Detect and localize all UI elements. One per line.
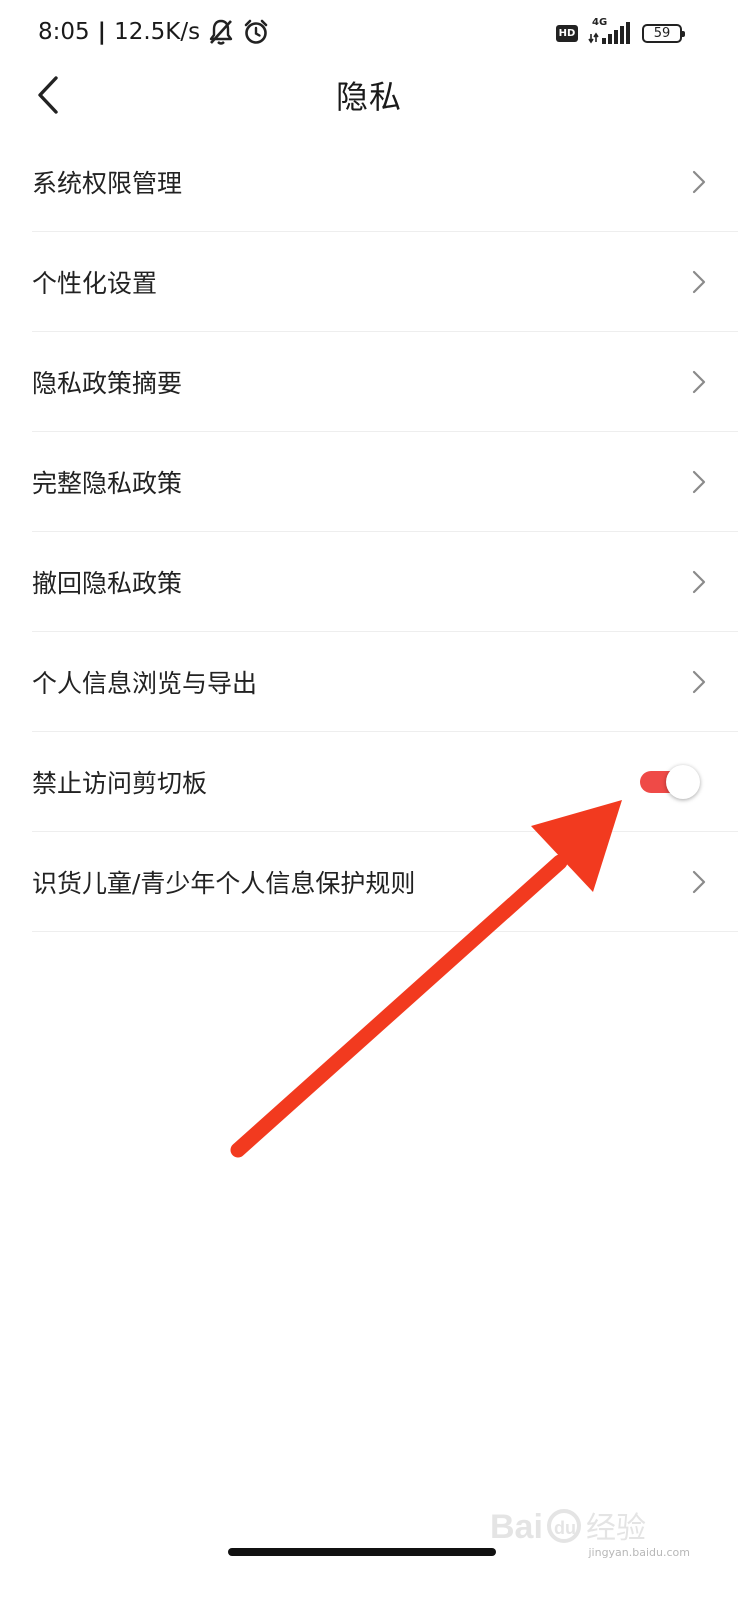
list-item-system-permissions[interactable]: 系统权限管理 <box>32 132 738 232</box>
status-separator: | <box>97 19 107 45</box>
list-item-revoke-privacy-policy[interactable]: 撤回隐私政策 <box>32 532 738 632</box>
chevron-right-icon <box>692 270 706 294</box>
chevron-right-icon <box>692 670 706 694</box>
list-item-child-privacy-rules[interactable]: 识货儿童/青少年个人信息保护规则 <box>32 832 738 932</box>
bell-off-icon <box>208 18 234 46</box>
chevron-right-icon <box>692 570 706 594</box>
status-left: 8:05 | 12.5K/s <box>38 14 270 50</box>
toggle-knob <box>666 765 700 799</box>
list-item-label: 隐私政策摘要 <box>32 369 183 398</box>
list-item-personalization[interactable]: 个性化设置 <box>32 232 738 332</box>
list-item-privacy-summary[interactable]: 隐私政策摘要 <box>32 332 738 432</box>
chevron-right-icon <box>692 370 706 394</box>
status-time: 8:05 <box>38 19 90 45</box>
list-item-personal-info-export[interactable]: 个人信息浏览与导出 <box>32 632 738 732</box>
list-item-label: 禁止访问剪切板 <box>32 769 208 798</box>
battery-level: 59 <box>653 25 671 41</box>
list-item-label: 识货儿童/青少年个人信息保护规则 <box>32 869 416 898</box>
clipboard-toggle[interactable] <box>640 765 700 799</box>
list-item-label: 个性化设置 <box>32 269 158 298</box>
status-right: HD 4G 59 <box>556 17 685 48</box>
status-bar: 8:05 | 12.5K/s HD 4G 59 <box>0 0 738 64</box>
chevron-right-icon <box>692 870 706 894</box>
list-item-label: 个人信息浏览与导出 <box>32 669 258 698</box>
settings-list: 系统权限管理 个性化设置 隐私政策摘要 完整隐私政策 撤回隐私政策 个人信息浏览… <box>0 132 738 932</box>
svg-text:du: du <box>554 1518 576 1538</box>
hd-badge: HD <box>556 24 578 42</box>
svg-text:Bai: Bai <box>490 1508 543 1546</box>
signal-icon: 4G <box>588 17 632 46</box>
watermark-url: jingyan.baidu.com <box>588 1546 690 1559</box>
page-title: 隐私 <box>335 78 402 116</box>
chevron-right-icon <box>692 470 706 494</box>
header: 隐私 <box>0 60 738 130</box>
status-speed: 12.5K/s <box>114 19 201 45</box>
chevron-right-icon <box>692 170 706 194</box>
alarm-icon <box>242 18 270 46</box>
privacy-screen: 8:05 | 12.5K/s HD 4G 59 隐私 系统权限管理 个性化设置 … <box>0 0 738 1600</box>
svg-text:经验: 经验 <box>586 1511 646 1546</box>
list-item-label: 撤回隐私政策 <box>32 569 183 598</box>
list-item-block-clipboard: 禁止访问剪切板 <box>32 732 738 832</box>
battery-icon: 59 <box>642 23 685 43</box>
home-indicator[interactable] <box>228 1548 496 1556</box>
list-item-label: 系统权限管理 <box>32 169 183 198</box>
list-item-label: 完整隐私政策 <box>32 469 183 498</box>
list-item-full-privacy-policy[interactable]: 完整隐私政策 <box>32 432 738 532</box>
